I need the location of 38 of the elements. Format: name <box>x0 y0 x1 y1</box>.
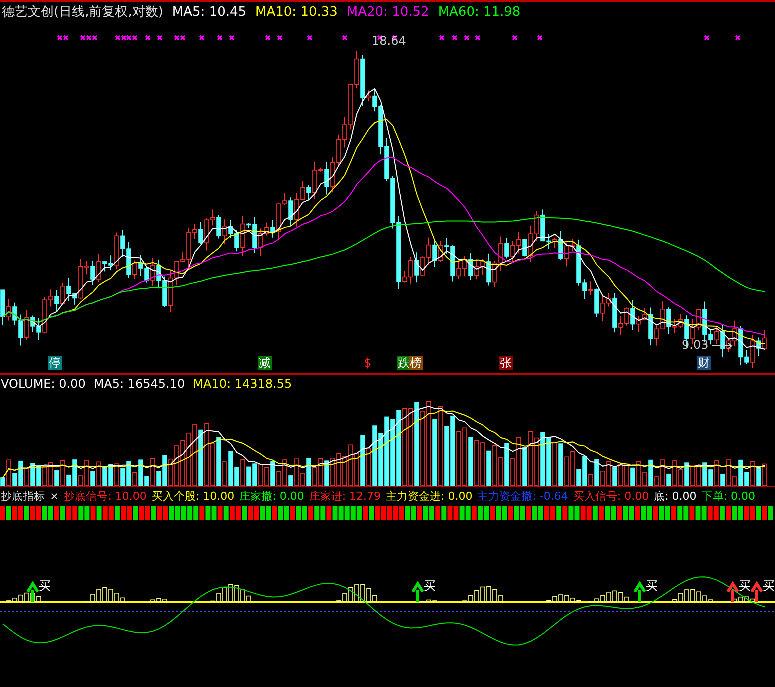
high-price-label: 18.64 <box>372 34 406 48</box>
volume-legend-value: MA10: 14318.55 <box>193 377 292 391</box>
ma-legend-value: MA5: 10.45 <box>172 4 247 20</box>
indicator-legend-value: 底: 0.00 <box>654 489 697 504</box>
event-tag: 张 <box>499 356 513 370</box>
indicator-legend-value: 主力资金进: 0.00 <box>386 489 473 504</box>
stock-title: 德艺文创(日线,前复权,对数) <box>2 4 164 21</box>
arrow-icon <box>712 342 734 350</box>
indicator-legend-value: 买入个股: 10.00 <box>152 489 235 504</box>
buy-signal-label: 买 <box>424 578 436 595</box>
indicator-legend-value: 抄底信号: 10.00 <box>64 489 147 504</box>
event-tag: 停 <box>48 356 62 370</box>
buy-signal-label: 买 <box>739 578 751 595</box>
up-arrow-icon <box>412 581 424 604</box>
close-button[interactable]: × <box>50 490 60 503</box>
event-tag: 财 <box>697 356 711 370</box>
indicator-legend-value: 买入信号: 0.00 <box>573 489 650 504</box>
event-tag: $ <box>363 356 373 370</box>
ma-legend-value: MA60: 11.98 <box>438 4 521 20</box>
up-arrow-icon <box>26 581 40 604</box>
up-arrow-icon <box>634 581 646 604</box>
low-price-label: 9.03 <box>682 338 709 352</box>
volume-legend-value: MA5: 16545.10 <box>94 377 186 391</box>
event-tag: 榜 <box>409 356 423 370</box>
ma-legend-value: MA10: 10.33 <box>256 4 338 20</box>
buy-signal-label: 买 <box>763 578 775 595</box>
ma-legend-value: MA20: 10.52 <box>346 4 430 20</box>
indicator-legend-value: 主力资金撤: -0.64 <box>478 489 568 504</box>
volume-legend-value: VOLUME: 0.00 <box>1 377 86 391</box>
event-tag: 减 <box>258 356 272 370</box>
indicator-name: 抄底指标 <box>1 489 45 504</box>
buy-signal-label: 买 <box>646 578 658 595</box>
indicator-legend-value: 庄家撤: 0.00 <box>240 489 304 504</box>
buy-signal-label: 买 <box>39 578 51 595</box>
up-arrow-icon <box>750 581 764 604</box>
indicator-legend-value: 庄家进: 12.79 <box>309 489 382 504</box>
up-arrow-icon <box>726 581 740 604</box>
indicator-legend-value: 下单: 0.00 <box>702 489 756 504</box>
